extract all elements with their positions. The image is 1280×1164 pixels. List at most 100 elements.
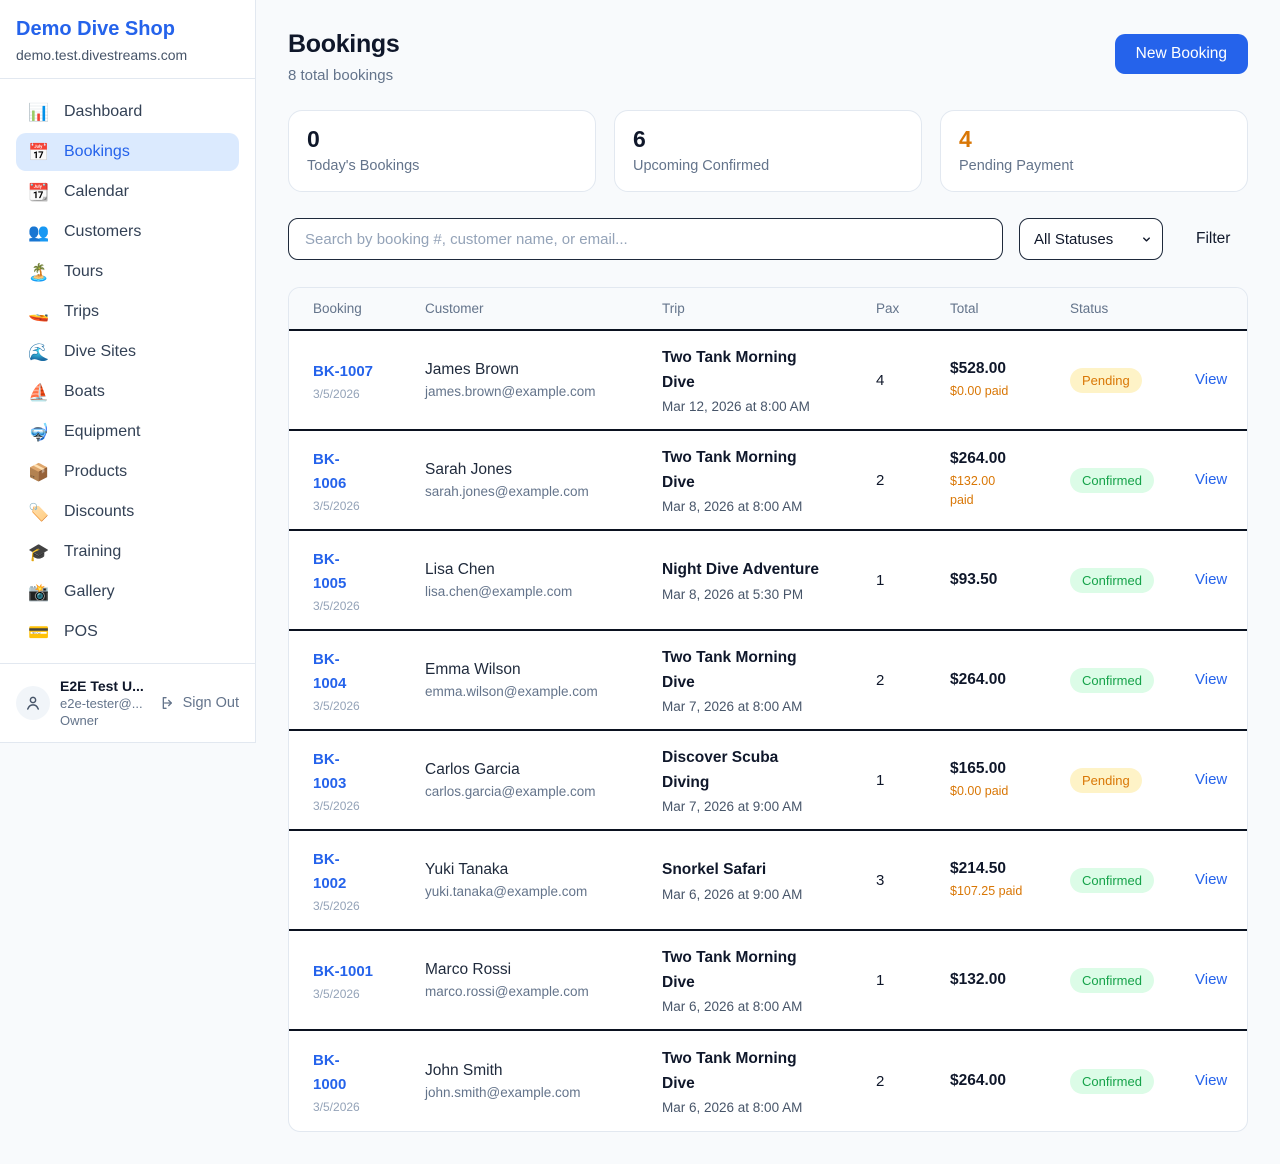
sidebar-item-dashboard[interactable]: 📊 Dashboard bbox=[16, 93, 239, 131]
sidebar-item-dive-sites[interactable]: 🌊 Dive Sites bbox=[16, 333, 239, 371]
sidebar-item-gallery[interactable]: 📸 Gallery bbox=[16, 573, 239, 611]
status-select[interactable]: All Statuses bbox=[1019, 218, 1163, 260]
actions-cell: View bbox=[1195, 871, 1237, 889]
trip-date: Mar 6, 2026 at 8:00 AM bbox=[662, 1100, 866, 1115]
sidebar-item-products[interactable]: 📦 Products bbox=[16, 453, 239, 491]
sidebar-item-tours[interactable]: 🏝️ Tours bbox=[16, 253, 239, 291]
view-link[interactable]: View bbox=[1195, 1072, 1227, 1089]
booking-id-link[interactable]: BK- 1000 bbox=[313, 1049, 415, 1097]
sidebar-item-training[interactable]: 🎓 Training bbox=[16, 533, 239, 571]
booking-cell: BK- 1000 3/5/2026 bbox=[313, 1049, 425, 1114]
customer-name: Yuki Tanaka bbox=[425, 861, 652, 879]
sidebar-item-equipment[interactable]: 🤿 Equipment bbox=[16, 413, 239, 451]
actions-cell: View bbox=[1195, 471, 1237, 489]
total-cell: $132.00 bbox=[950, 971, 1070, 989]
table-row: BK- 1003 3/5/2026 Carlos Garcia carlos.g… bbox=[289, 731, 1247, 831]
total-amount: $264.00 bbox=[950, 671, 1060, 689]
table-row: BK- 1005 3/5/2026 Lisa Chen lisa.chen@ex… bbox=[289, 531, 1247, 631]
booking-id-link[interactable]: BK- 1002 bbox=[313, 848, 415, 896]
trip-title: Discover Scuba Diving bbox=[662, 746, 866, 794]
table-row: BK- 1000 3/5/2026 John Smith john.smith@… bbox=[289, 1031, 1247, 1131]
sidebar-item-boats[interactable]: ⛵ Boats bbox=[16, 373, 239, 411]
bookings-calendar-icon: 📅 bbox=[28, 144, 50, 161]
customer-name: Carlos Garcia bbox=[425, 761, 652, 779]
booking-id-link[interactable]: BK- 1005 bbox=[313, 548, 415, 596]
booking-id-link[interactable]: BK-1001 bbox=[313, 960, 415, 984]
trip-cell: Snorkel Safari Mar 6, 2026 at 9:00 AM bbox=[662, 858, 876, 901]
boats-sailboat-icon: ⛵ bbox=[28, 384, 50, 401]
customer-name: James Brown bbox=[425, 361, 652, 379]
column-header-status: Status bbox=[1070, 301, 1195, 316]
filter-button[interactable]: Filter bbox=[1196, 230, 1230, 248]
total-cell: $264.00 bbox=[950, 671, 1070, 689]
trip-cell: Two Tank Morning Dive Mar 6, 2026 at 8:0… bbox=[662, 946, 876, 1013]
view-link[interactable]: View bbox=[1195, 471, 1227, 488]
booking-created-date: 3/5/2026 bbox=[313, 499, 415, 513]
customer-email: carlos.garcia@example.com bbox=[425, 784, 652, 799]
booking-id-link[interactable]: BK-1007 bbox=[313, 360, 415, 384]
customer-cell: Lisa Chen lisa.chen@example.com bbox=[425, 561, 662, 599]
booking-id-link[interactable]: BK- 1006 bbox=[313, 448, 415, 496]
view-link[interactable]: View bbox=[1195, 571, 1227, 588]
trip-title: Two Tank Morning Dive bbox=[662, 646, 866, 694]
customer-cell: Yuki Tanaka yuki.tanaka@example.com bbox=[425, 861, 662, 899]
booking-cell: BK- 1002 3/5/2026 bbox=[313, 848, 425, 913]
view-link[interactable]: View bbox=[1195, 371, 1227, 388]
booking-created-date: 3/5/2026 bbox=[313, 799, 415, 813]
shop-domain: demo.test.divestreams.com bbox=[16, 47, 239, 63]
calendar-icon: 📆 bbox=[28, 184, 50, 201]
status-cell: Confirmed bbox=[1070, 568, 1195, 593]
booking-created-date: 3/5/2026 bbox=[313, 987, 415, 1001]
sidebar-item-discounts[interactable]: 🏷️ Discounts bbox=[16, 493, 239, 531]
booking-id-link[interactable]: BK- 1003 bbox=[313, 748, 415, 796]
view-link[interactable]: View bbox=[1195, 771, 1227, 788]
customer-name: Lisa Chen bbox=[425, 561, 652, 579]
status-badge: Confirmed bbox=[1070, 568, 1154, 593]
user-name: E2E Test U... bbox=[60, 678, 150, 694]
sidebar-item-label: Boats bbox=[64, 383, 105, 401]
sidebar-item-calendar[interactable]: 📆 Calendar bbox=[16, 173, 239, 211]
total-amount: $528.00 bbox=[950, 360, 1060, 378]
trip-title: Two Tank Morning Dive bbox=[662, 1047, 866, 1095]
view-link[interactable]: View bbox=[1195, 871, 1227, 888]
brand-block: Demo Dive Shop demo.test.divestreams.com bbox=[0, 0, 255, 79]
trip-title: Snorkel Safari bbox=[662, 858, 866, 882]
status-badge: Pending bbox=[1070, 768, 1142, 793]
booking-id-link[interactable]: BK- 1004 bbox=[313, 648, 415, 696]
sidebar-item-customers[interactable]: 👥 Customers bbox=[16, 213, 239, 251]
table-row: BK-1007 3/5/2026 James Brown james.brown… bbox=[289, 331, 1247, 431]
view-link[interactable]: View bbox=[1195, 971, 1227, 988]
sidebar-item-label: Tours bbox=[64, 263, 103, 281]
total-paid: $107.25 paid bbox=[950, 882, 1060, 901]
table-row: BK-1001 3/5/2026 Marco Rossi marco.rossi… bbox=[289, 931, 1247, 1031]
stat-label: Today's Bookings bbox=[307, 158, 577, 174]
trip-cell: Two Tank Morning Dive Mar 12, 2026 at 8:… bbox=[662, 346, 876, 413]
sign-out-icon bbox=[160, 695, 176, 711]
trip-date: Mar 8, 2026 at 5:30 PM bbox=[662, 587, 866, 602]
sign-out-button[interactable]: Sign Out bbox=[160, 695, 239, 711]
sidebar-item-pos[interactable]: 💳 POS bbox=[16, 613, 239, 651]
sign-out-label: Sign Out bbox=[183, 695, 239, 711]
search-input[interactable] bbox=[288, 218, 1003, 260]
view-link[interactable]: View bbox=[1195, 671, 1227, 688]
sidebar: Demo Dive Shop demo.test.divestreams.com… bbox=[0, 0, 256, 743]
stat-card: 0 Today's Bookings bbox=[288, 110, 596, 192]
new-booking-button[interactable]: New Booking bbox=[1115, 34, 1248, 74]
customer-cell: Carlos Garcia carlos.garcia@example.com bbox=[425, 761, 662, 799]
pax-cell: 1 bbox=[876, 972, 950, 989]
booking-cell: BK- 1004 3/5/2026 bbox=[313, 648, 425, 713]
booking-created-date: 3/5/2026 bbox=[313, 599, 415, 613]
sidebar-item-trips[interactable]: 🚤 Trips bbox=[16, 293, 239, 331]
customer-cell: John Smith john.smith@example.com bbox=[425, 1062, 662, 1100]
total-amount: $214.50 bbox=[950, 860, 1060, 878]
user-email: e2e-tester@... bbox=[60, 696, 150, 711]
customer-email: emma.wilson@example.com bbox=[425, 684, 652, 699]
table-row: BK- 1002 3/5/2026 Yuki Tanaka yuki.tanak… bbox=[289, 831, 1247, 931]
booking-cell: BK- 1003 3/5/2026 bbox=[313, 748, 425, 813]
training-cap-icon: 🎓 bbox=[28, 544, 50, 561]
sidebar-item-bookings[interactable]: 📅 Bookings bbox=[16, 133, 239, 171]
sidebar-item-label: Dive Sites bbox=[64, 343, 136, 361]
pax-cell: 2 bbox=[876, 1073, 950, 1090]
booking-cell: BK- 1006 3/5/2026 bbox=[313, 448, 425, 513]
customers-people-icon: 👥 bbox=[28, 224, 50, 241]
